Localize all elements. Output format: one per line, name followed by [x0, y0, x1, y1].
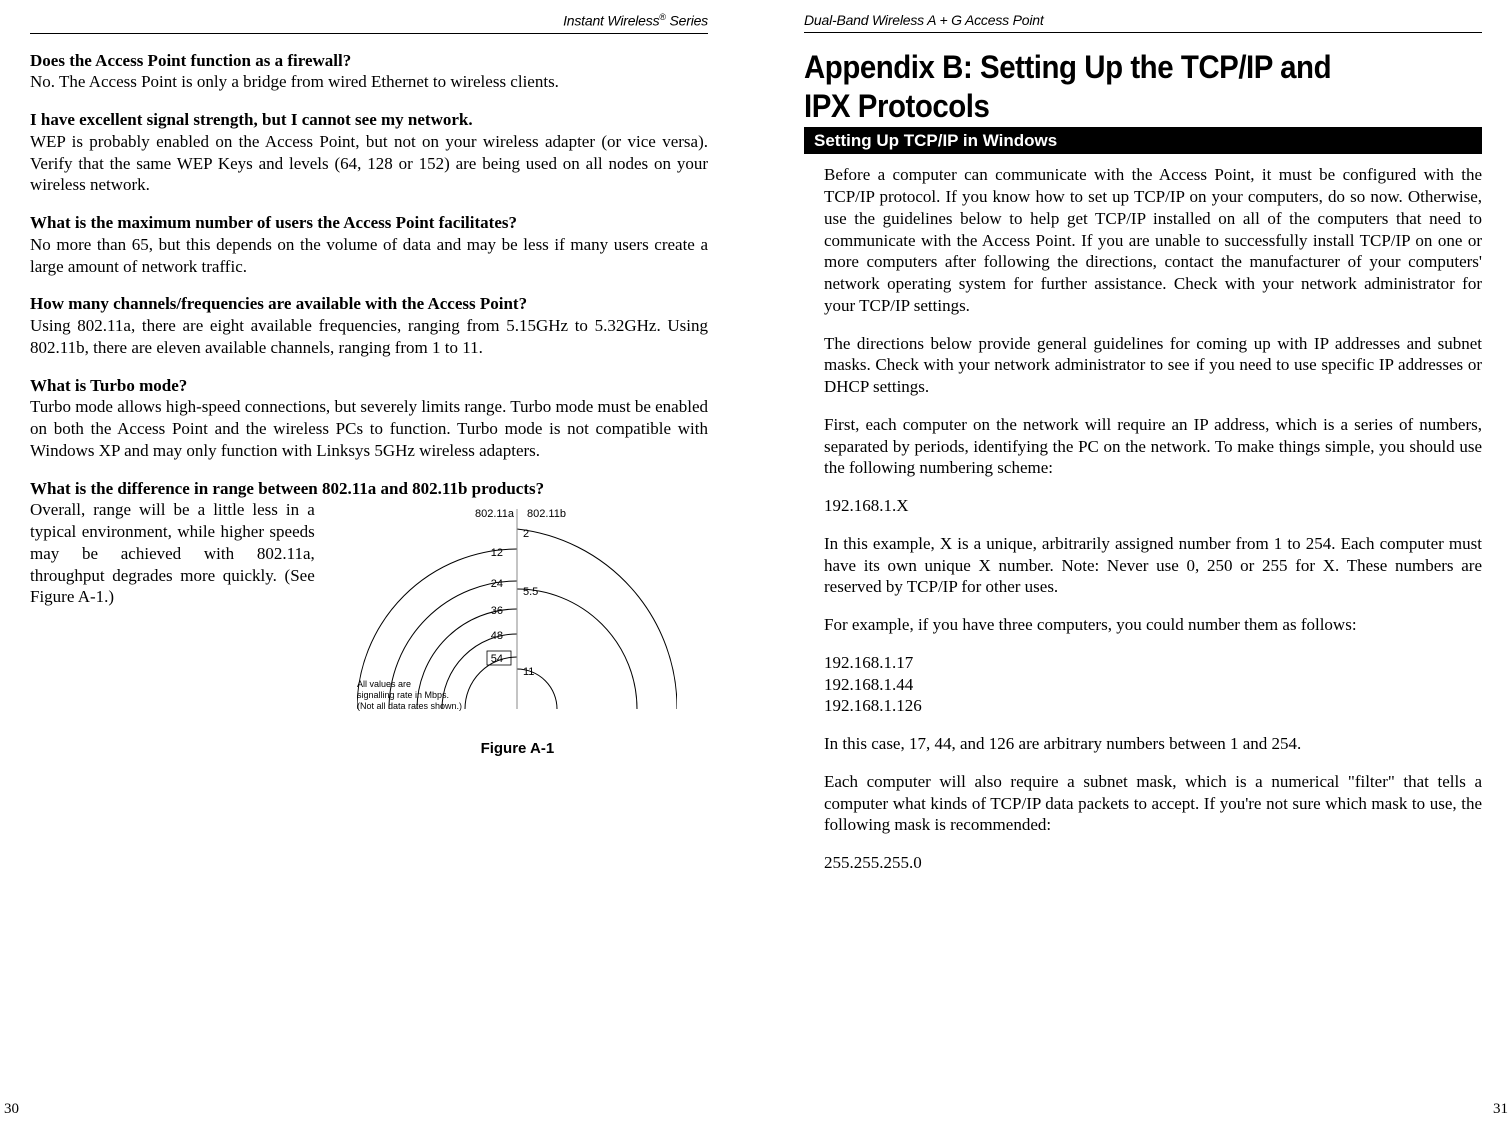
body-para: Each computer will also require a subnet…: [804, 771, 1482, 836]
body-para: For example, if you have three computers…: [804, 614, 1482, 636]
qa-block: I have excellent signal strength, but I …: [30, 109, 708, 196]
qa-answer: No. The Access Point is only a bridge fr…: [30, 71, 708, 93]
range-block: Overall, range will be a little less in …: [30, 499, 708, 758]
page-right: Dual-Band Wireless A + G Access Point Ap…: [756, 12, 1512, 1129]
header-title: Instant Wireless: [563, 13, 659, 29]
content-right: Appendix B: Setting Up the TCP/IP and IP…: [804, 49, 1482, 1129]
qa-answer: Turbo mode allows high-speed connections…: [30, 396, 708, 461]
svg-text:11: 11: [523, 666, 534, 678]
page-header-left: Instant Wireless® Series: [30, 12, 708, 34]
qa-question: Does the Access Point function as a fire…: [30, 50, 708, 72]
qa-answer: Using 802.11a, there are eight available…: [30, 315, 708, 359]
qa-question: What is Turbo mode?: [30, 375, 708, 397]
range-chart-svg: 802.11a 802.11b 12 24 36 48 54 2 5.5 11: [357, 499, 677, 729]
qa-block: What is Turbo mode? Turbo mode allows hi…: [30, 375, 708, 462]
ip-scheme: 192.168.1.X: [804, 495, 1482, 517]
appendix-title-line1: Appendix B: Setting Up the TCP/IP and: [804, 49, 1428, 86]
page-number-left: 30: [4, 1100, 19, 1119]
qa-answer: Overall, range will be a little less in …: [30, 499, 315, 758]
body-para: First, each computer on the network will…: [804, 414, 1482, 479]
qa-answer: No more than 65, but this depends on the…: [30, 234, 708, 278]
header-text-right: Dual-Band Wireless A + G Access Point: [804, 12, 1044, 30]
body-para: The directions below provide general gui…: [804, 333, 1482, 398]
svg-text:36: 36: [491, 605, 503, 617]
body-para: In this example, X is a unique, arbitrar…: [804, 533, 1482, 598]
header-suffix: Series: [666, 13, 708, 29]
svg-text:54: 54: [491, 653, 503, 665]
header-text-left: Instant Wireless® Series: [563, 12, 708, 31]
ip-example: 192.168.1.44: [804, 674, 1482, 696]
qa-block: How many channels/frequencies are availa…: [30, 293, 708, 358]
svg-text:48: 48: [491, 630, 503, 642]
ip-example: 192.168.1.17: [804, 652, 1482, 674]
qa-block: What is the difference in range between …: [30, 478, 708, 759]
figure-caption: Figure A-1: [327, 739, 708, 758]
chart-label-a: 802.11a: [475, 508, 515, 520]
section-bar: Setting Up TCP/IP in Windows: [804, 127, 1482, 155]
body-para: Before a computer can communicate with t…: [804, 164, 1482, 316]
qa-question: I have excellent signal strength, but I …: [30, 109, 708, 131]
svg-text:2: 2: [523, 528, 529, 540]
subnet-block: 255.255.255.0: [804, 852, 1482, 874]
svg-text:24: 24: [491, 578, 503, 590]
content-left: Does the Access Point function as a fire…: [30, 50, 708, 1129]
svg-text:(Not all data rates shown.): (Not all data rates shown.): [357, 701, 462, 711]
chart-label-b: 802.11b: [527, 508, 566, 520]
qa-question: How many channels/frequencies are availa…: [30, 293, 708, 315]
qa-answer: WEP is probably enabled on the Access Po…: [30, 131, 708, 196]
svg-text:All values are: All values are: [357, 679, 411, 689]
qa-block: Does the Access Point function as a fire…: [30, 50, 708, 94]
page-header-right: Dual-Band Wireless A + G Access Point: [804, 12, 1482, 33]
ip-example: 192.168.1.126: [804, 695, 1482, 717]
qa-block: What is the maximum number of users the …: [30, 212, 708, 277]
ip-scheme-block: 192.168.1.X: [804, 495, 1482, 517]
appendix-title-line2: IPX Protocols: [804, 88, 1428, 125]
page-left: Instant Wireless® Series Does the Access…: [0, 12, 756, 1129]
figure-a1: 802.11a 802.11b 12 24 36 48 54 2 5.5 11: [327, 499, 708, 758]
qa-question: What is the difference in range between …: [30, 478, 708, 500]
ip-examples-block: 192.168.1.17 192.168.1.44 192.168.1.126: [804, 652, 1482, 717]
page-number-right: 31: [1493, 1100, 1508, 1119]
qa-question: What is the maximum number of users the …: [30, 212, 708, 234]
svg-text:signalling rate in Mbps.: signalling rate in Mbps.: [357, 690, 449, 700]
body-para: In this case, 17, 44, and 126 are arbitr…: [804, 733, 1482, 755]
svg-text:12: 12: [491, 547, 503, 559]
subnet-mask: 255.255.255.0: [804, 852, 1482, 874]
svg-text:5.5: 5.5: [523, 586, 538, 598]
